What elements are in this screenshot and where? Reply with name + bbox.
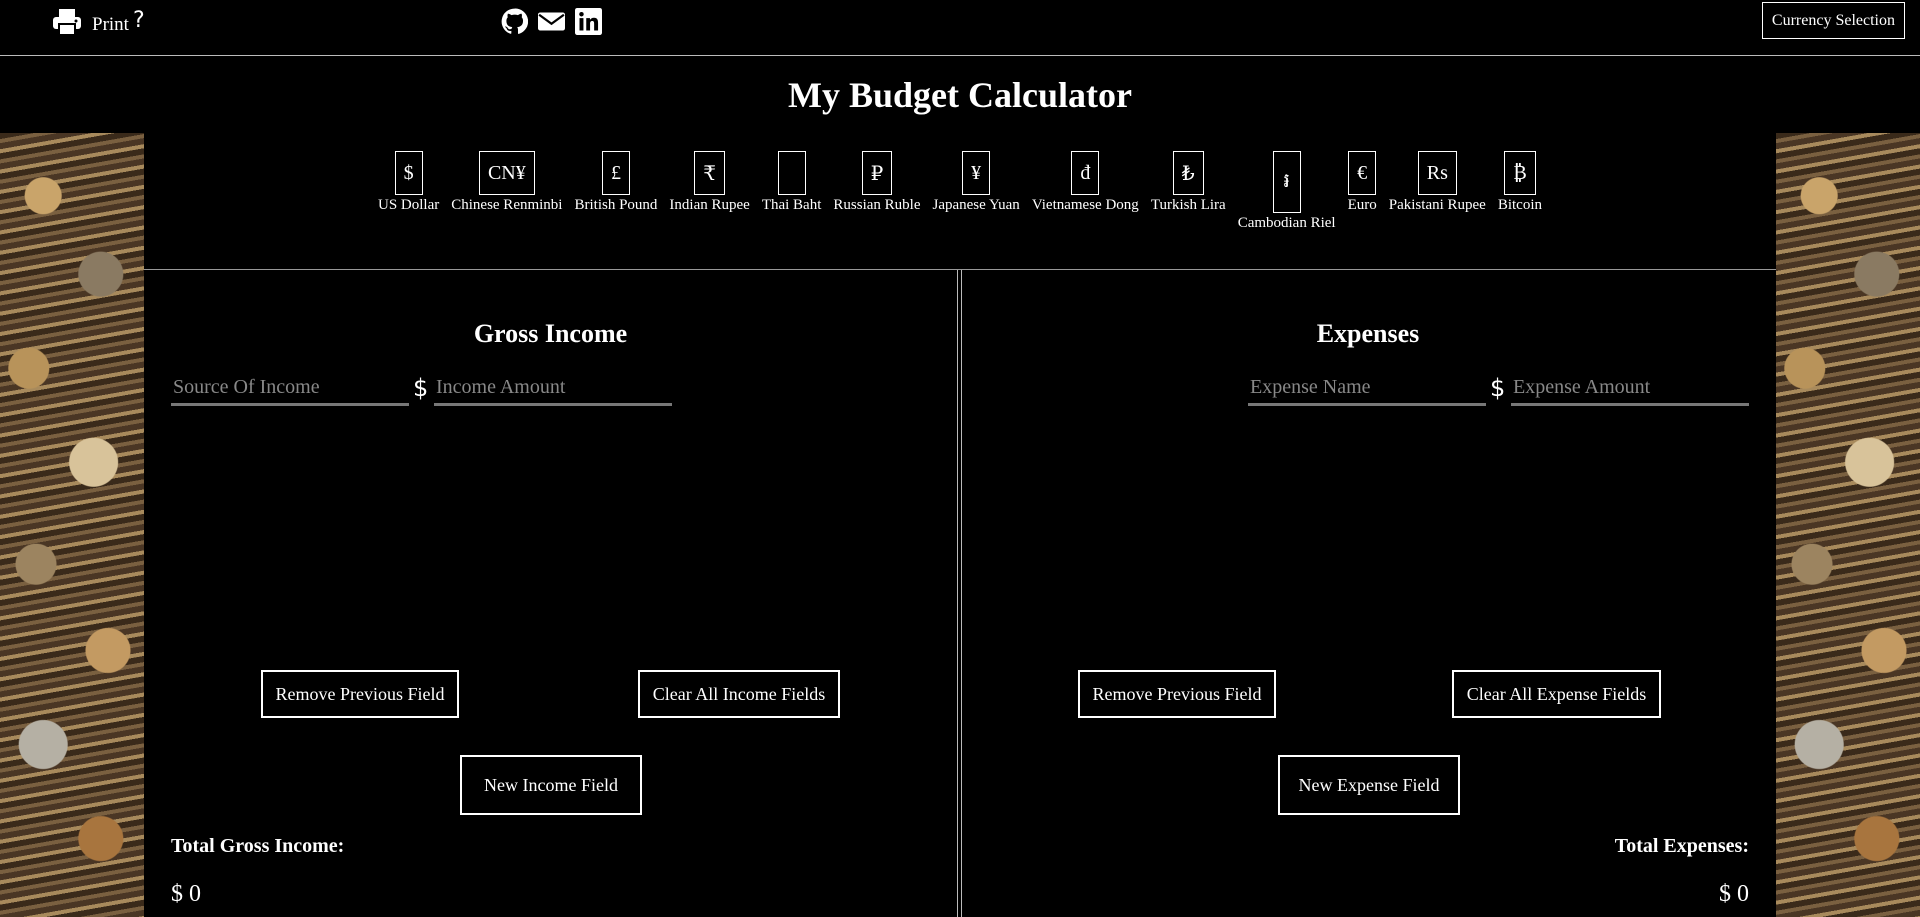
currency-option[interactable]: £ British Pound [574,151,657,232]
new-income-field-button[interactable]: New Income Field [460,755,642,815]
remove-income-field-button[interactable]: Remove Previous Field [261,670,459,718]
envelope-icon[interactable] [538,8,565,40]
currency-name: Japanese Yuan [932,197,1020,213]
currency-name: Euro [1347,197,1377,213]
calculator-panel: $ US Dollar CN¥ Chinese Renminbi £ British Po… [144,133,1776,917]
currency-option[interactable]: ¥ Japanese Yuan [932,151,1020,232]
printer-icon [52,8,82,41]
clear-income-fields-button[interactable]: Clear All Income Fields [638,670,840,718]
coins-background-left [0,133,144,917]
currency-symbol[interactable]: ₺ [1172,151,1204,195]
income-title: Gross Income [473,319,628,348]
currency-symbol[interactable]: $ [394,151,423,195]
income-source-input[interactable] [171,372,409,406]
currency-list: $ US Dollar CN¥ Chinese Renminbi £ British Po… [144,151,1776,232]
income-total-label: Total Gross Income: [171,835,345,857]
currency-name: US Dollar [377,197,440,213]
currency-option[interactable]: € Euro [1348,151,1377,232]
expenses-total-label: Total Expenses: [1614,835,1749,857]
page-title: My Budget Calculator [788,75,1132,115]
currency-symbol[interactable]: Rs [1417,151,1457,195]
expenses-total-value: $ 0 [1719,881,1749,907]
currency-name: Vietnamese Dong [1031,197,1139,213]
income-currency-symbol: $ [413,374,429,402]
currency-name: Chinese Renminbi [451,197,563,213]
currency-name: Bitcoin [1497,197,1543,213]
currency-option[interactable]: ₹ Indian Rupee [669,151,750,232]
currency-symbol[interactable]: ₽ [861,151,893,195]
currency-option[interactable]: Thai Baht [761,151,822,232]
currency-option[interactable]: đ Vietnamese Dong [1032,151,1139,232]
currency-name: Pakistani Rupee [1388,197,1486,213]
currency-option[interactable]: CN¥ Chinese Renminbi [451,151,562,232]
currency-option[interactable]: Rs Pakistani Rupee [1389,151,1486,232]
currency-symbol[interactable]: ៛ [1272,151,1301,213]
currency-option[interactable]: ₺ Turkish Lira [1151,151,1226,232]
social-links [501,8,602,40]
currency-symbol[interactable]: ₿ [1504,151,1536,195]
currency-option[interactable]: ៛ Cambodian Riel [1238,151,1336,232]
currency-option[interactable]: ₿ Bitcoin [1498,151,1542,232]
new-expense-field-button[interactable]: New Expense Field [1278,755,1460,815]
currency-name: Russian Ruble [833,197,921,213]
currency-symbol[interactable]: £ [601,151,630,195]
income-total-value: $ 0 [171,881,201,907]
linkedin-icon[interactable] [575,8,602,40]
currency-option[interactable]: ₽ Russian Ruble [833,151,920,232]
currency-name: Indian Rupee [669,197,750,213]
expense-currency-symbol: $ [1490,374,1506,402]
remove-expense-field-button[interactable]: Remove Previous Field [1078,670,1276,718]
coins-background-right [1776,133,1920,917]
currency-name: Thai Baht [761,197,822,213]
currency-symbol[interactable] [777,151,806,195]
top-bar: Print ? Currency Selection [0,0,1920,56]
expense-name-input[interactable] [1248,372,1486,406]
currency-symbol[interactable]: CN¥ [478,151,535,195]
expenses-title: Expenses [1316,319,1420,348]
currency-name: Turkish Lira [1150,197,1226,213]
currency-name: British Pound [574,197,658,213]
expense-amount-input[interactable] [1511,372,1749,406]
currency-selection-button[interactable]: Currency Selection [1761,2,1905,39]
column-divider [957,270,962,917]
currency-symbol[interactable]: ₹ [694,151,725,195]
income-amount-input[interactable] [434,372,672,406]
currency-name: Cambodian Riel [1237,215,1336,231]
currency-symbol[interactable]: ¥ [962,151,991,195]
print-label: Print [92,13,129,35]
help-button[interactable]: ? [133,8,145,33]
print-button[interactable]: Print [52,8,129,41]
clear-expense-fields-button[interactable]: Clear All Expense Fields [1452,670,1661,718]
currency-option[interactable]: $ US Dollar [378,151,439,232]
currency-symbol[interactable]: € [1348,151,1377,195]
github-icon[interactable] [501,8,529,40]
currency-symbol[interactable]: đ [1071,151,1100,195]
